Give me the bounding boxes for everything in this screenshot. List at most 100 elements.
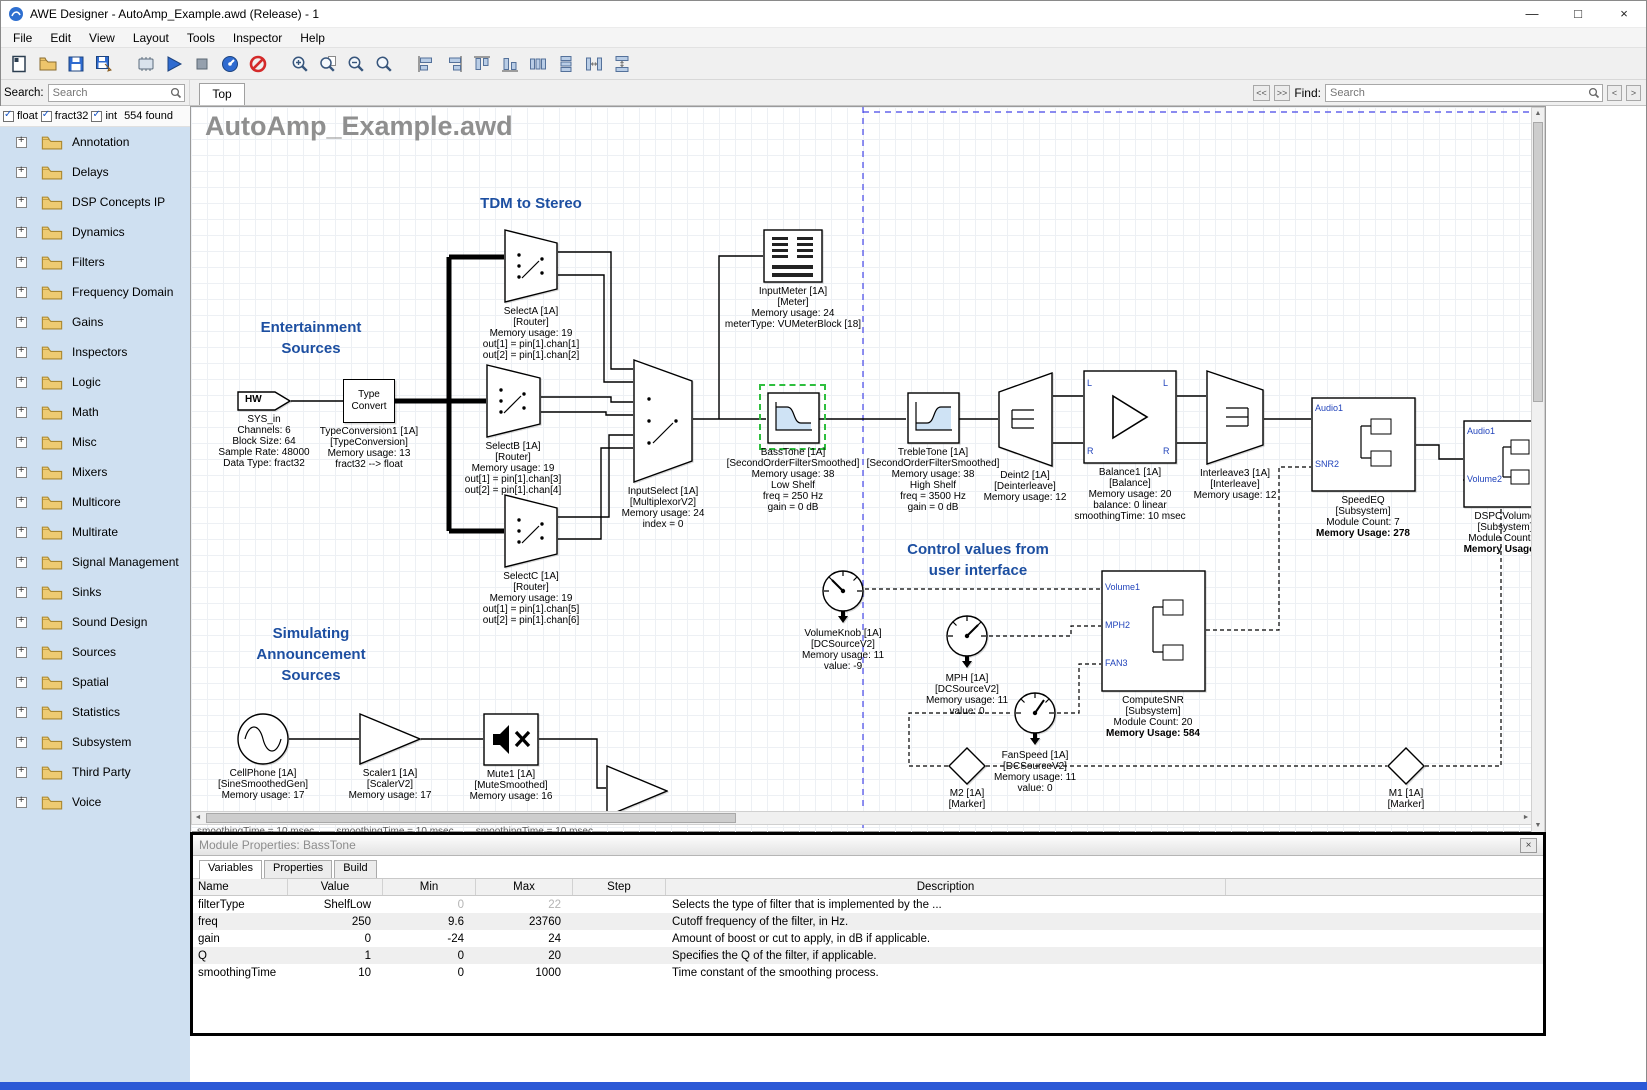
sidebar-item-filters[interactable]: Filters — [0, 247, 190, 277]
sidebar-item-third-party[interactable]: Third Party — [0, 757, 190, 787]
properties-close-button[interactable]: × — [1520, 838, 1537, 853]
expand-icon[interactable] — [16, 407, 27, 418]
block-computesnr[interactable]: Volume1 MPH2 FAN3 ComputeSNR[Subsystem]M… — [1058, 570, 1248, 739]
scroll-up-arrow[interactable]: ▲ — [1532, 108, 1544, 120]
align-top-button[interactable] — [469, 51, 495, 77]
sidebar-item-sound-design[interactable]: Sound Design — [0, 607, 190, 637]
var-value[interactable]: 1 — [288, 950, 383, 962]
float-checkbox[interactable] — [3, 111, 14, 122]
expand-icon[interactable] — [16, 257, 27, 268]
var-value[interactable]: 0 — [288, 933, 383, 945]
space-horizontal-button[interactable] — [581, 51, 607, 77]
distribute-horizontal-button[interactable] — [525, 51, 551, 77]
run-button[interactable] — [161, 51, 187, 77]
zoom-button[interactable] — [371, 51, 397, 77]
find-input[interactable] — [1325, 84, 1603, 102]
maximize-button[interactable]: □ — [1555, 0, 1601, 27]
sidebar-item-dsp-concepts-ip[interactable]: DSP Concepts IP — [0, 187, 190, 217]
variable-row-filtertype[interactable]: filterType ShelfLow 0 22 Selects the typ… — [193, 896, 1543, 913]
horizontal-scrollbar[interactable]: ◄ ► — [191, 811, 1533, 825]
fract32-checkbox[interactable] — [41, 111, 52, 122]
expand-icon[interactable] — [16, 287, 27, 298]
sidebar-item-mixers[interactable]: Mixers — [0, 457, 190, 487]
int-checkbox[interactable] — [91, 111, 102, 122]
align-left-button[interactable] — [413, 51, 439, 77]
find-next-all-button[interactable]: >> — [1274, 85, 1291, 101]
expand-icon[interactable] — [16, 137, 27, 148]
var-value[interactable]: ShelfLow — [288, 899, 383, 911]
find-prev-button[interactable]: < — [1607, 85, 1622, 101]
find-prev-all-button[interactable]: << — [1253, 85, 1270, 101]
new-button[interactable] — [7, 51, 33, 77]
minimize-button[interactable]: — — [1509, 0, 1555, 27]
sidebar-item-frequency-domain[interactable]: Frequency Domain — [0, 277, 190, 307]
expand-icon[interactable] — [16, 527, 27, 538]
block-selecta[interactable]: SelectA [1A][Router]Memory usage: 19out[… — [436, 229, 626, 361]
menu-edit[interactable]: Edit — [41, 29, 80, 47]
expand-icon[interactable] — [16, 227, 27, 238]
expand-icon[interactable] — [16, 347, 27, 358]
horizontal-scroll-thumb[interactable] — [206, 813, 736, 823]
sidebar-item-logic[interactable]: Logic — [0, 367, 190, 397]
sidebar-item-sinks[interactable]: Sinks — [0, 577, 190, 607]
variable-row-freq[interactable]: freq 250 9.6 23760 Cutoff frequency of t… — [193, 913, 1543, 930]
variable-row-gain[interactable]: gain 0 -24 24 Amount of boost or cut to … — [193, 930, 1543, 947]
block-m1[interactable]: M1 [1A][Marker] — [1311, 747, 1501, 810]
close-button[interactable]: × — [1601, 0, 1647, 27]
variable-row-q[interactable]: Q 1 0 20 Specifies the Q of the filter, … — [193, 947, 1543, 964]
tab-build[interactable]: Build — [334, 860, 376, 878]
sidebar-item-multicore[interactable]: Multicore — [0, 487, 190, 517]
expand-icon[interactable] — [16, 497, 27, 508]
var-value[interactable]: 10 — [288, 967, 383, 979]
align-right-button[interactable] — [441, 51, 467, 77]
save-as-button[interactable] — [91, 51, 117, 77]
menu-file[interactable]: File — [4, 29, 41, 47]
vertical-scrollbar[interactable]: ▲ ▼ — [1531, 107, 1545, 833]
sidebar-item-statistics[interactable]: Statistics — [0, 697, 190, 727]
expand-icon[interactable] — [16, 647, 27, 658]
properties-title-bar[interactable]: Module Properties: BassTone × — [193, 835, 1543, 856]
tab-top[interactable]: Top — [199, 83, 245, 105]
distribute-vertical-button[interactable] — [553, 51, 579, 77]
tuning-button[interactable] — [217, 51, 243, 77]
tab-properties[interactable]: Properties — [264, 860, 332, 878]
module-search-input[interactable] — [48, 84, 185, 102]
sidebar-item-math[interactable]: Math — [0, 397, 190, 427]
sidebar-item-inspectors[interactable]: Inspectors — [0, 337, 190, 367]
menu-tools[interactable]: Tools — [178, 29, 224, 47]
sidebar-item-voice[interactable]: Voice — [0, 787, 190, 817]
expand-icon[interactable] — [16, 617, 27, 628]
find-next-button[interactable]: > — [1626, 85, 1641, 101]
expand-icon[interactable] — [16, 767, 27, 778]
hardware-button[interactable] — [133, 51, 159, 77]
sidebar-item-delays[interactable]: Delays — [0, 157, 190, 187]
expand-icon[interactable] — [16, 167, 27, 178]
zoom-page-button[interactable] — [315, 51, 341, 77]
block-dspcvolume[interactable]: Audio1 Volume2 DSPCVolume[Subsystem]Modu… — [1410, 420, 1533, 555]
menu-help[interactable]: Help — [291, 29, 334, 47]
vertical-scroll-thumb[interactable] — [1533, 122, 1543, 402]
expand-icon[interactable] — [16, 197, 27, 208]
space-vertical-button[interactable] — [609, 51, 635, 77]
sidebar-item-signal-management[interactable]: Signal Management — [0, 547, 190, 577]
expand-icon[interactable] — [16, 377, 27, 388]
sidebar-item-subsystem[interactable]: Subsystem — [0, 727, 190, 757]
block-inputmeter[interactable]: InputMeter [1A][Meter]Memory usage: 24me… — [698, 229, 888, 330]
sidebar-item-dynamics[interactable]: Dynamics — [0, 217, 190, 247]
expand-icon[interactable] — [16, 707, 27, 718]
menu-layout[interactable]: Layout — [124, 29, 178, 47]
block-m2[interactable]: M2 [1A][Marker] — [872, 747, 1062, 810]
scroll-down-arrow[interactable]: ▼ — [1532, 820, 1544, 832]
zoom-in-button[interactable] — [287, 51, 313, 77]
save-button[interactable] — [63, 51, 89, 77]
menu-inspector[interactable]: Inspector — [224, 29, 291, 47]
expand-icon[interactable] — [16, 797, 27, 808]
zoom-out-button[interactable] — [343, 51, 369, 77]
halt-button[interactable] — [245, 51, 271, 77]
sidebar-item-spatial[interactable]: Spatial — [0, 667, 190, 697]
scroll-left-arrow[interactable]: ◄ — [192, 812, 204, 824]
stop-button[interactable] — [189, 51, 215, 77]
block-mute1[interactable]: Mute1 [1A][MuteSmoothed]Memory usage: 16 — [416, 713, 606, 802]
expand-icon[interactable] — [16, 317, 27, 328]
sidebar-item-sources[interactable]: Sources — [0, 637, 190, 667]
